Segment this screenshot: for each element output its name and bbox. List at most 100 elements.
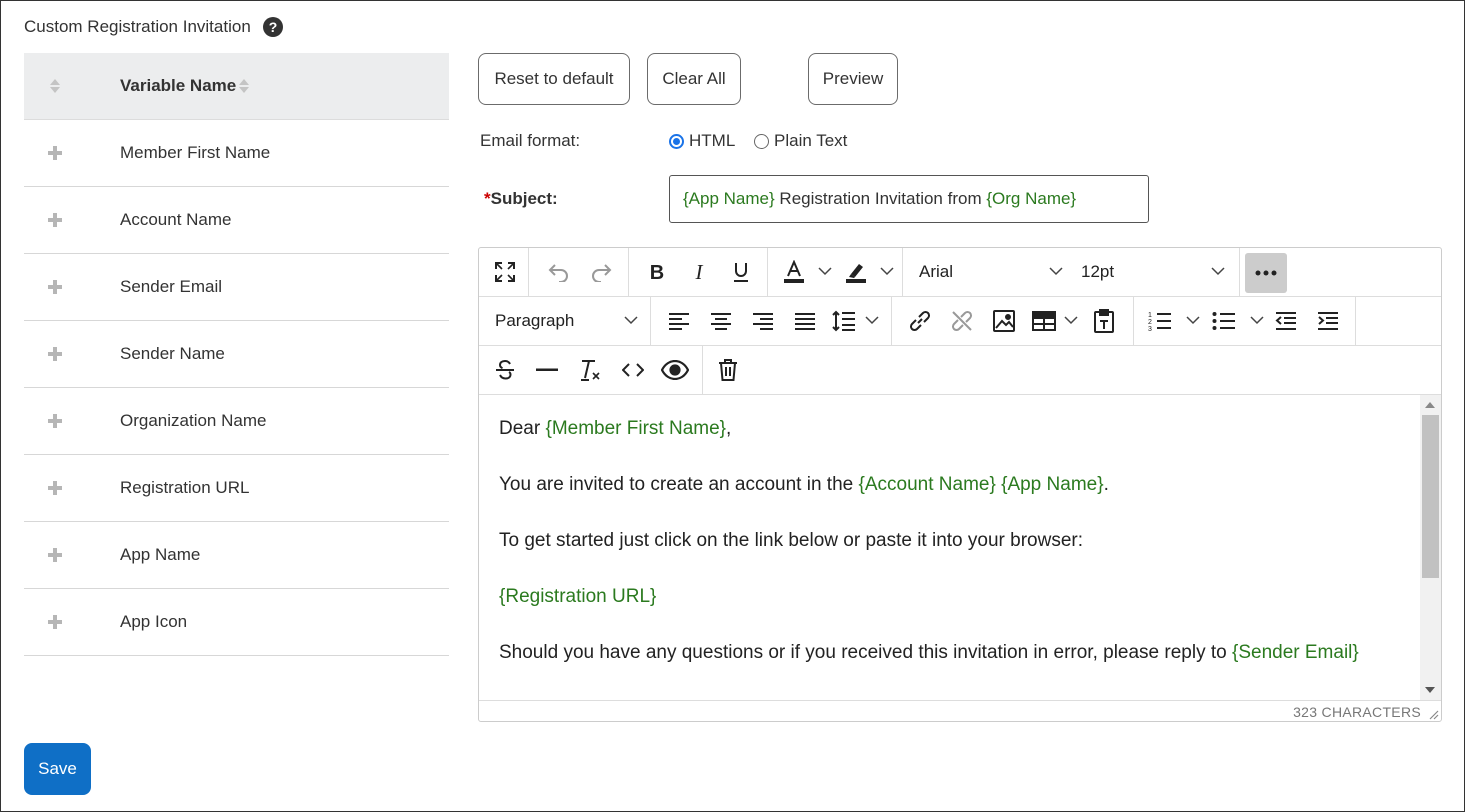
- table-row[interactable]: Organization Name: [24, 388, 449, 455]
- link-icon[interactable]: [902, 303, 938, 339]
- toolbar-group: [768, 248, 903, 296]
- chevron-down-icon[interactable]: [1049, 266, 1063, 276]
- horizontal-line-icon[interactable]: [529, 352, 565, 388]
- chevron-down-icon[interactable]: [1186, 315, 1200, 325]
- sort-icon: [239, 79, 250, 93]
- more-options-icon[interactable]: [1245, 253, 1287, 293]
- variable-name: Member First Name: [120, 143, 271, 162]
- outdent-icon[interactable]: [1268, 303, 1304, 339]
- trash-icon[interactable]: [710, 352, 746, 388]
- svg-text:1: 1: [1148, 312, 1152, 319]
- block-format-select[interactable]: Paragraph: [495, 311, 574, 331]
- image-icon[interactable]: [986, 303, 1022, 339]
- table-row[interactable]: Registration URL: [24, 455, 449, 522]
- font-size-select[interactable]: 12pt: [1081, 262, 1114, 282]
- add-variable-icon[interactable]: [48, 347, 62, 361]
- toolbar-group: Paragraph: [479, 297, 651, 345]
- line-height-icon[interactable]: [826, 303, 862, 339]
- table-row[interactable]: Sender Name: [24, 321, 449, 388]
- save-button[interactable]: Save: [24, 743, 91, 795]
- required-marker: *: [484, 189, 491, 208]
- radio-selected-icon[interactable]: [669, 133, 684, 149]
- section-title: Custom Registration Invitation: [24, 17, 251, 36]
- editor-scrollbar[interactable]: [1420, 395, 1441, 700]
- svg-text:?: ?: [269, 19, 278, 35]
- body-text: ,: [726, 418, 732, 439]
- subject-label: *Subject:: [484, 189, 558, 209]
- chevron-down-icon[interactable]: [1064, 315, 1078, 325]
- text-color-icon[interactable]: [776, 254, 812, 290]
- source-code-icon[interactable]: [615, 352, 651, 388]
- subject-input[interactable]: {App Name} Registration Invitation from …: [669, 175, 1149, 223]
- clear-all-button[interactable]: Clear All: [647, 53, 741, 105]
- add-variable-icon[interactable]: [48, 146, 62, 160]
- preview-button[interactable]: Preview: [808, 53, 898, 105]
- add-variable-icon[interactable]: [48, 615, 62, 629]
- sort-icon[interactable]: [49, 78, 61, 99]
- chevron-down-icon[interactable]: [1211, 266, 1225, 276]
- body-paragraph: You are invited to create an account in …: [499, 471, 1401, 499]
- preview-eye-icon[interactable]: [657, 352, 693, 388]
- toolbar-row: B I Arial 12pt: [479, 248, 1441, 297]
- scroll-up-icon[interactable]: [1425, 402, 1435, 408]
- add-variable-icon[interactable]: [48, 414, 62, 428]
- chevron-down-icon[interactable]: [818, 266, 832, 276]
- align-right-icon[interactable]: [745, 303, 781, 339]
- variable-name: Sender Email: [120, 277, 223, 296]
- bold-icon[interactable]: B: [639, 254, 675, 290]
- numbered-list-icon[interactable]: 123: [1142, 303, 1178, 339]
- rich-text-editor: B I Arial 12pt Paragraph 1 2 3 Dear {Mem…: [478, 247, 1442, 722]
- paste-text-icon[interactable]: [1086, 303, 1122, 339]
- variable-name: Sender Name: [120, 344, 225, 363]
- variable-table: Variable Name Member First Name Account …: [24, 53, 449, 656]
- radio-plain-text[interactable]: Plain Text: [754, 131, 847, 151]
- chevron-down-icon[interactable]: [880, 266, 894, 276]
- body-text: Dear: [499, 418, 546, 439]
- undo-icon[interactable]: [541, 254, 577, 290]
- variable-name: App Name: [120, 545, 201, 564]
- chevron-down-icon[interactable]: [624, 315, 638, 325]
- toolbar-group: [479, 346, 703, 394]
- unlink-icon[interactable]: [944, 303, 980, 339]
- chevron-down-icon[interactable]: [865, 315, 879, 325]
- radio-unselected-icon[interactable]: [754, 133, 769, 149]
- bullet-list-icon[interactable]: [1206, 303, 1242, 339]
- align-justify-icon[interactable]: [787, 303, 823, 339]
- strikethrough-icon[interactable]: [487, 352, 523, 388]
- add-variable-icon[interactable]: [48, 280, 62, 294]
- editor-content[interactable]: Dear {Member First Name}, You are invite…: [479, 395, 1421, 700]
- align-center-icon[interactable]: [703, 303, 739, 339]
- add-variable-icon[interactable]: [48, 481, 62, 495]
- radio-html[interactable]: HTML: [669, 131, 735, 151]
- svg-text:B: B: [650, 262, 664, 282]
- table-row[interactable]: Sender Email: [24, 254, 449, 321]
- clear-formatting-icon[interactable]: [572, 352, 608, 388]
- column-header-variable-name[interactable]: Variable Name: [120, 76, 250, 96]
- scroll-down-icon[interactable]: [1425, 687, 1435, 693]
- scrollbar-thumb[interactable]: [1422, 415, 1439, 578]
- table-row[interactable]: Account Name: [24, 187, 449, 254]
- reset-to-default-button[interactable]: Reset to default: [478, 53, 630, 105]
- toolbar-group: B I: [629, 248, 768, 296]
- question-circle-icon[interactable]: ?: [262, 17, 283, 37]
- toolbar-row: [479, 346, 1441, 395]
- table-row[interactable]: App Name: [24, 522, 449, 589]
- resize-handle-icon[interactable]: [1427, 708, 1439, 720]
- italic-icon[interactable]: I: [681, 254, 717, 290]
- indent-icon[interactable]: [1310, 303, 1346, 339]
- underline-icon[interactable]: [723, 254, 759, 290]
- add-variable-icon[interactable]: [48, 548, 62, 562]
- variable-name: App Icon: [120, 612, 188, 631]
- subject-variable: {App Name}: [683, 189, 775, 208]
- table-icon[interactable]: [1026, 303, 1062, 339]
- align-left-icon[interactable]: [661, 303, 697, 339]
- table-row[interactable]: Member First Name: [24, 120, 449, 187]
- redo-icon[interactable]: [583, 254, 619, 290]
- toolbar-row: Paragraph 1 2 3: [479, 297, 1441, 346]
- table-row[interactable]: App Icon: [24, 589, 449, 656]
- add-variable-icon[interactable]: [48, 213, 62, 227]
- highlight-color-icon[interactable]: [838, 254, 874, 290]
- font-family-select[interactable]: Arial: [919, 262, 953, 282]
- fullscreen-icon[interactable]: [487, 254, 523, 290]
- chevron-down-icon[interactable]: [1250, 315, 1264, 325]
